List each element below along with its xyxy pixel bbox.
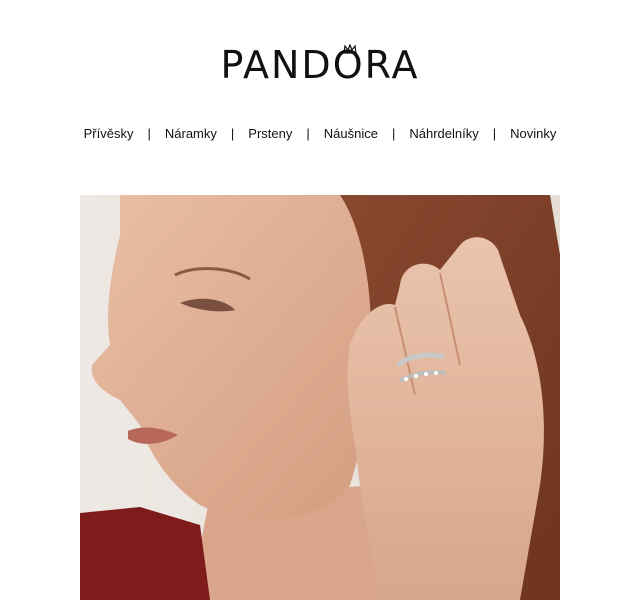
crown-icon	[343, 44, 357, 54]
nav-separator: |	[492, 126, 497, 141]
hero-illustration	[80, 195, 560, 600]
hero-image[interactable]	[80, 195, 560, 600]
nav-separator: |	[391, 126, 396, 141]
header-logo-area: PANDORA	[0, 40, 640, 90]
nav-separator: |	[230, 126, 235, 141]
pandora-logo[interactable]: PANDORA	[221, 40, 420, 90]
logo-text: PANDORA	[220, 43, 420, 87]
nav-item-novinky[interactable]: Novinky	[510, 126, 556, 141]
nav-item-naramky[interactable]: Náramky	[165, 126, 217, 141]
nav-item-privesky[interactable]: Přívěsky	[84, 126, 134, 141]
nav-separator: |	[306, 126, 310, 141]
nav-item-nausnice[interactable]: Náušnice	[324, 126, 378, 141]
nav-item-nahrdelniky[interactable]: Náhrdelníky	[409, 126, 478, 141]
nav-item-prsteny[interactable]: Prsteny	[248, 126, 292, 141]
nav-separator: |	[147, 126, 151, 141]
category-nav: Přívěsky | Náramky | Prsteny | Náušnice | Náhrde…	[0, 126, 640, 141]
